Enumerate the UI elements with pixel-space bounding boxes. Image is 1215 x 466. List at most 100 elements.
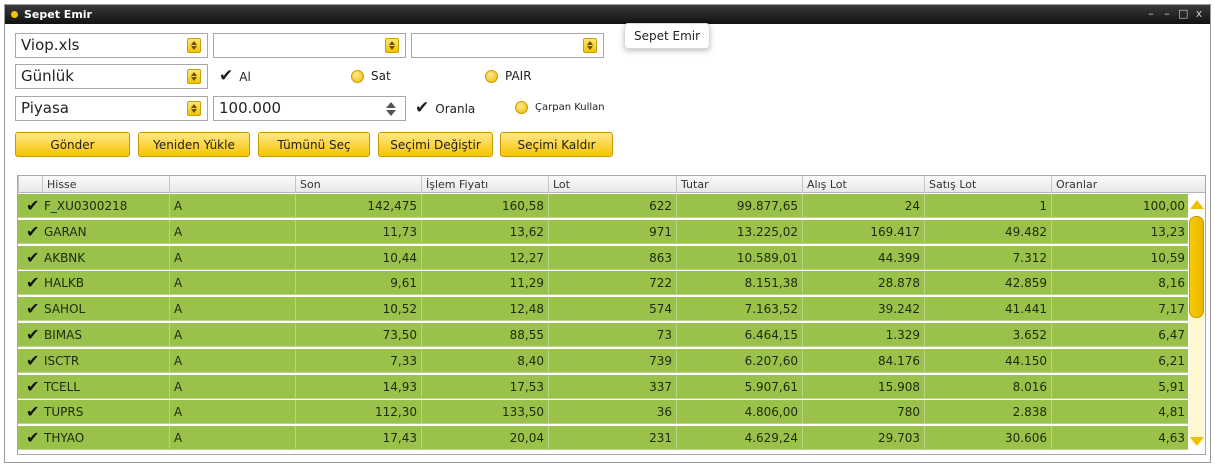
table-cell: 8,16 — [1051, 271, 1189, 296]
checkmark-icon: ✔ — [219, 66, 234, 86]
title-bar[interactable]: Sepet Emir – – □ x — [5, 5, 1210, 24]
table-cell: TUPRS — [42, 400, 169, 425]
row-checkbox[interactable]: ✔ — [18, 271, 42, 296]
chevron-updown-icon[interactable] — [187, 38, 201, 53]
restore-icon[interactable]: □ — [1178, 7, 1188, 20]
table-cell: 42.859 — [924, 271, 1051, 296]
table-row[interactable]: ✔ THYAO A 17,43 20,04 231 4.629,24 29.703 30.606… — [18, 426, 1189, 451]
alis-lot-header[interactable]: Alış Lot — [802, 176, 924, 193]
al-label: Al — [239, 69, 251, 84]
table-cell: 8,40 — [421, 348, 548, 373]
table-cell: A — [169, 426, 295, 451]
table-cell: 722 — [548, 271, 676, 296]
chevron-updown-icon[interactable] — [187, 69, 201, 84]
table-row[interactable]: ✔ BIMAS A 73,50 88,55 73 6.464,15 1.329 3.652 6,4… — [18, 323, 1189, 347]
oranla-checkbox[interactable]: ✔ Oranla — [415, 100, 475, 117]
clear-selection-button[interactable]: Seçimi Kaldır — [500, 132, 613, 157]
lot-header[interactable]: Lot — [548, 176, 676, 193]
oranla-label: Oranla — [435, 101, 476, 116]
row-checkbox[interactable]: ✔ — [18, 246, 42, 270]
vertical-scrollbar[interactable] — [1188, 194, 1205, 454]
sat-radio[interactable]: Sat — [351, 69, 391, 83]
table-cell: A — [169, 245, 295, 270]
oranlar-header[interactable]: Oranlar — [1051, 176, 1189, 193]
table-row[interactable]: ✔ TUPRS A 112,30 133,50 36 4.806,00 780 2.838 4,8… — [18, 400, 1189, 425]
table-cell: 36 — [548, 400, 676, 425]
row-checkbox[interactable]: ✔ — [18, 194, 42, 218]
stepper-arrows-icon[interactable] — [385, 101, 399, 116]
islem-fiyati-header[interactable]: İşlem Fiyatı — [421, 176, 548, 193]
tutar-header[interactable]: Tutar — [676, 176, 802, 193]
al-checkbox[interactable]: ✔ Al — [219, 68, 251, 85]
table-cell: 142,475 — [295, 194, 421, 218]
son-header[interactable]: Son — [295, 176, 421, 193]
satis-lot-header[interactable]: Satış Lot — [924, 176, 1051, 193]
period-select-value: Günlük — [21, 67, 74, 85]
table-cell: 13,23 — [1051, 219, 1189, 244]
table-cell: BIMAS — [42, 323, 169, 347]
row-checkbox[interactable]: ✔ — [18, 297, 42, 322]
table-row[interactable]: ✔ HALKB A 9,61 11,29 722 8.151,38 28.878 42.859 8… — [18, 271, 1189, 296]
table-cell: 7,17 — [1051, 297, 1189, 322]
table-cell: 12,27 — [421, 245, 548, 270]
minimize-icon[interactable]: – — [1146, 7, 1156, 20]
table-cell: 622 — [548, 194, 676, 218]
table-cell: 28.878 — [802, 271, 924, 296]
chevron-updown-icon[interactable] — [583, 38, 597, 53]
table-cell: 337 — [548, 374, 676, 399]
checkmark-icon: ✔ — [26, 221, 40, 241]
table-cell: A — [169, 297, 295, 322]
table-cell: AKBNK — [42, 246, 169, 270]
gonder-button[interactable]: Gönder — [15, 132, 130, 157]
table-row[interactable]: ✔ ISCTR A 7,33 8,40 739 6.207,60 84.176 44.150 6,… — [18, 348, 1189, 373]
scroll-up-icon[interactable] — [1190, 200, 1204, 209]
period-select[interactable]: Günlük — [15, 64, 208, 89]
close-icon[interactable]: x — [1194, 7, 1204, 20]
select-all-button[interactable]: Tümünü Seç — [258, 132, 370, 157]
row-checkbox[interactable]: ✔ — [18, 220, 42, 244]
check-column-header[interactable] — [18, 176, 42, 193]
file-select[interactable]: Viop.xls — [15, 33, 208, 58]
select-2[interactable] — [213, 33, 406, 58]
row-checkbox[interactable]: ✔ — [18, 400, 42, 425]
table-cell: A — [169, 219, 295, 244]
hisse-header[interactable]: Hisse — [42, 176, 169, 193]
pair-radio[interactable]: PAIR — [485, 69, 532, 83]
row-checkbox[interactable]: ✔ — [18, 426, 42, 451]
table-cell: 84.176 — [802, 348, 924, 373]
table-row[interactable]: ✔ TCELL A 14,93 17,53 337 5.907,61 15.908 8.016 5… — [18, 374, 1189, 399]
carpan-radio[interactable]: Çarpan Kullan — [515, 101, 605, 114]
scroll-thumb[interactable] — [1189, 216, 1204, 318]
row-checkbox[interactable]: ✔ — [18, 323, 42, 347]
invert-selection-button[interactable]: Seçimi Değiştir — [378, 132, 493, 157]
minimize-all-icon[interactable]: – — [1162, 7, 1172, 20]
scroll-down-icon[interactable] — [1190, 437, 1204, 446]
chevron-updown-icon[interactable] — [187, 101, 201, 116]
table-row[interactable]: ✔ F_XU0300218 A 142,475 160,58 622 99.877,65 24… — [18, 194, 1189, 218]
row-checkbox[interactable]: ✔ — [18, 375, 42, 399]
table-cell: 20,04 — [421, 426, 548, 451]
table-cell: 112,30 — [295, 400, 421, 425]
side-header[interactable] — [169, 176, 295, 193]
select-3[interactable] — [411, 33, 604, 58]
table-cell: A — [169, 348, 295, 373]
table-cell: 24 — [802, 194, 924, 218]
table-cell: 39.242 — [802, 297, 924, 322]
table-cell: 6.464,15 — [676, 323, 802, 347]
table-cell: 574 — [548, 297, 676, 322]
price-type-select[interactable]: Piyasa — [15, 96, 208, 121]
table-row[interactable]: ✔ GARAN A 11,73 13,62 971 13.225,02 169.417 49.4… — [18, 219, 1189, 244]
table-cell: 10,52 — [295, 297, 421, 322]
reload-button[interactable]: Yeniden Yükle — [138, 132, 250, 157]
chevron-updown-icon[interactable] — [385, 38, 399, 53]
table-cell: 7,33 — [295, 348, 421, 373]
checkmark-icon: ✔ — [26, 350, 40, 370]
table-cell: 10,44 — [295, 245, 421, 270]
amount-stepper[interactable]: 100.000 — [213, 96, 406, 121]
table-header: Hisse Son İşlem Fiyatı Lot Tutar Alış Lot Satı… — [18, 176, 1205, 193]
sepet-emir-window: Sepet Emir – – □ x Sepet Emir Viop.xls G… — [4, 4, 1211, 463]
table-row[interactable]: ✔ AKBNK A 10,44 12,27 863 10.589,01 44.399 7.312… — [18, 245, 1189, 270]
row-checkbox[interactable]: ✔ — [18, 349, 42, 373]
table-row[interactable]: ✔ SAHOL A 10,52 12,48 574 7.163,52 39.242 41.441… — [18, 297, 1189, 322]
pair-label: PAIR — [505, 69, 532, 83]
